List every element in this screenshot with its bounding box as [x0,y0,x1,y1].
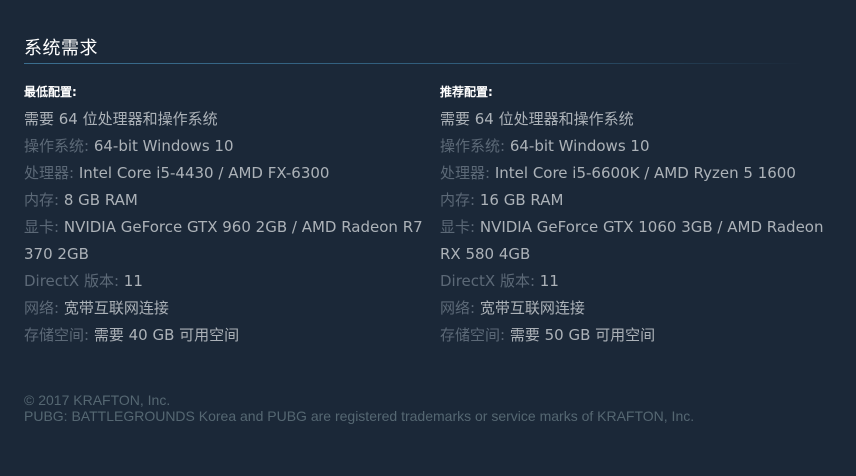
storage-label: 存储空间: [440,326,506,344]
minimum-memory-row: 内存: 8 GB RAM [24,187,424,214]
recommended-storage-row: 存储空间: 需要 50 GB 可用空间 [440,322,840,349]
processor-label: 处理器: [440,164,491,182]
recommended-processor-row: 处理器: Intel Core i5-6600K / AMD Ryzen 5 1… [440,160,840,187]
minimum-requirements-column: 最低配置: 需要 64 位处理器和操作系统 操作系统: 64-bit Windo… [24,84,424,349]
system-requirements-title: 系统需求 [24,38,98,59]
storage-value: 需要 50 GB 可用空间 [509,326,656,344]
legal-footer: © 2017 KRAFTON, Inc. PUBG: BATTLEGROUNDS… [24,392,694,424]
recommended-memory-row: 内存: 16 GB RAM [440,187,840,214]
processor-value: Intel Core i5-6600K / AMD Ryzen 5 1600 [494,164,796,182]
directx-label: DirectX 版本: [440,272,536,290]
recommended-directx-row: DirectX 版本: 11 [440,268,840,295]
directx-value: 11 [539,272,559,290]
graphics-label: 显卡: [440,218,476,236]
minimum-directx-row: DirectX 版本: 11 [24,268,424,295]
memory-value: 16 GB RAM [479,191,564,209]
network-label: 网络: [24,299,60,317]
minimum-graphics-row: 显卡: NVIDIA GeForce GTX 960 2GB / AMD Rad… [24,214,424,268]
recommended-requirements-column: 推荐配置: 需要 64 位处理器和操作系统 操作系统: 64-bit Windo… [440,84,840,349]
minimum-processor-row: 处理器: Intel Core i5-4430 / AMD FX-6300 [24,160,424,187]
network-label: 网络: [440,299,476,317]
recommended-64bit-note: 需要 64 位处理器和操作系统 [440,110,634,128]
memory-value: 8 GB RAM [63,191,138,209]
trademark-text: PUBG: BATTLEGROUNDS Korea and PUBG are r… [24,408,695,424]
copyright-text: © 2017 KRAFTON, Inc. [24,392,171,408]
minimum-network-row: 网络: 宽带互联网连接 [24,295,424,322]
header-divider [24,63,804,64]
recommended-network-row: 网络: 宽带互联网连接 [440,295,840,322]
storage-label: 存储空间: [24,326,90,344]
graphics-label: 显卡: [24,218,60,236]
recommended-os-row: 操作系统: 64-bit Windows 10 [440,133,840,160]
processor-label: 处理器: [24,164,75,182]
storage-value: 需要 40 GB 可用空间 [93,326,240,344]
memory-label: 内存: [440,191,476,209]
graphics-value: NVIDIA GeForce GTX 960 2GB / AMD Radeon … [24,218,423,263]
os-label: 操作系统: [440,137,506,155]
recommended-graphics-row: 显卡: NVIDIA GeForce GTX 1060 3GB / AMD Ra… [440,214,840,268]
minimum-storage-row: 存储空间: 需要 40 GB 可用空间 [24,322,424,349]
processor-value: Intel Core i5-4430 / AMD FX-6300 [78,164,330,182]
os-label: 操作系统: [24,137,90,155]
minimum-os-row: 操作系统: 64-bit Windows 10 [24,133,424,160]
graphics-value: NVIDIA GeForce GTX 1060 3GB / AMD Radeon… [440,218,824,263]
minimum-requirements-title: 最低配置: [24,85,77,99]
directx-value: 11 [123,272,143,290]
network-value: 宽带互联网连接 [63,299,169,317]
minimum-64bit-note: 需要 64 位处理器和操作系统 [24,110,218,128]
directx-label: DirectX 版本: [24,272,120,290]
recommended-requirements-title: 推荐配置: [440,85,493,99]
os-value: 64-bit Windows 10 [509,137,650,155]
network-value: 宽带互联网连接 [479,299,585,317]
os-value: 64-bit Windows 10 [93,137,234,155]
memory-label: 内存: [24,191,60,209]
